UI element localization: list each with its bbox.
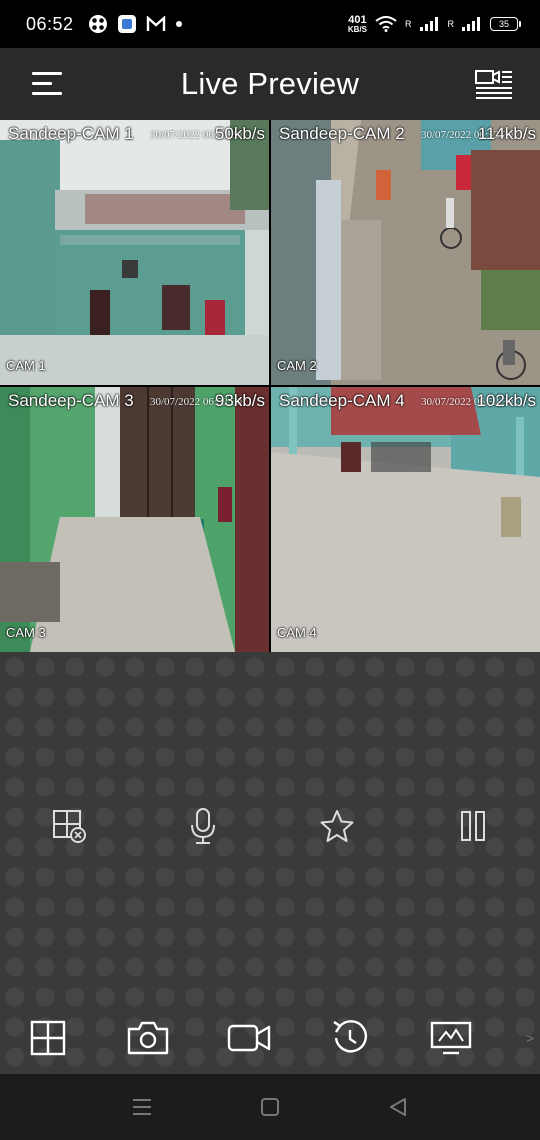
playback-button[interactable] <box>326 1014 374 1062</box>
back-icon <box>390 1098 406 1116</box>
camera-tile-1[interactable]: Sandeep-CAM 1 30/07/2022 06:52:30 50kb/s… <box>0 120 269 385</box>
pause-button[interactable] <box>449 802 497 850</box>
camera-bitrate-4: 102kb/s <box>476 391 536 410</box>
camera-name-2: Sandeep-CAM 2 <box>279 124 405 143</box>
signal-icon-2 <box>462 17 480 31</box>
back-button[interactable] <box>386 1096 410 1118</box>
menu-icon-line <box>32 92 62 95</box>
camera-name-4: Sandeep-CAM 4 <box>279 391 405 410</box>
record-button[interactable] <box>225 1014 273 1062</box>
camera-bitrate-2: 114kb/s <box>477 124 536 143</box>
camera-bitrate-3: 93kb/s <box>214 391 265 410</box>
control-panel: > <box>0 652 540 1074</box>
playback-icon <box>333 1020 368 1053</box>
video-grid: Sandeep-CAM 1 30/07/2022 06:52:30 50kb/s… <box>0 120 540 652</box>
grid-layout-button[interactable] <box>24 1014 72 1062</box>
video-record-icon <box>227 1024 271 1052</box>
camera-feed-1 <box>0 120 269 385</box>
signal-label-2: R <box>447 19 455 29</box>
display-button[interactable] <box>427 1014 475 1062</box>
camera-tile-2[interactable]: Sandeep-CAM 2 30/07/2022 06:52:30 114kb/… <box>271 120 540 385</box>
camera-tile-3[interactable]: Sandeep-CAM 3 30/07/2022 06:52:30 93kb/s… <box>0 387 269 652</box>
recents-icon <box>133 1099 151 1115</box>
status-time: 06:52 <box>26 13 74 34</box>
status-bar: 06:52 401 KB/S R R 35 <box>0 0 540 48</box>
dot-icon <box>175 21 182 27</box>
recents-button[interactable] <box>130 1096 154 1118</box>
star-icon <box>320 810 354 842</box>
close-window-icon <box>53 810 86 843</box>
camera-channel-label-3: CAM 3 <box>6 625 46 640</box>
battery-level: 35 <box>498 19 509 29</box>
more-controls-arrow[interactable]: > <box>526 1030 534 1046</box>
net-speed: 401 KB/S <box>347 13 367 34</box>
close-window-button[interactable] <box>44 802 92 850</box>
snapshot-button[interactable] <box>124 1014 172 1062</box>
signal-label-1: R <box>405 19 412 29</box>
net-speed-unit: KB/S <box>347 24 367 34</box>
camera-icon <box>127 1021 169 1055</box>
camera-channel-label-1: CAM 1 <box>6 358 46 373</box>
notification-icons <box>88 14 183 34</box>
files-icon <box>117 15 136 33</box>
home-button[interactable] <box>258 1096 282 1118</box>
microphone-button[interactable] <box>179 802 227 850</box>
gmail-icon <box>146 16 165 31</box>
camera-name-3: Sandeep-CAM 3 <box>8 391 134 410</box>
camera-tile-4[interactable]: Sandeep-CAM 4 30/07/2022 06:52:30 102kb/… <box>271 387 540 652</box>
home-icon <box>261 1098 279 1116</box>
camera-feed-4 <box>271 387 540 652</box>
battery-icon: 35 <box>490 17 521 31</box>
device-list-icon <box>475 70 512 99</box>
menu-button[interactable] <box>32 70 64 98</box>
display-icon <box>430 1021 472 1055</box>
camera-feed-2 <box>271 120 540 385</box>
net-speed-value: 401 <box>348 13 367 26</box>
favorite-button[interactable] <box>313 802 361 850</box>
app-header: Live Preview <box>0 48 540 120</box>
camera-feed-3 <box>0 387 269 652</box>
signal-icon-1 <box>419 17 438 31</box>
grid-layout-icon <box>30 1020 66 1056</box>
menu-icon-line <box>32 82 52 85</box>
camera-channel-label-2: CAM 2 <box>277 358 317 373</box>
system-nav-bar <box>0 1074 540 1140</box>
microphone-icon <box>191 808 215 844</box>
app-icon <box>88 15 107 33</box>
menu-icon-line <box>32 72 62 75</box>
camera-bitrate-1: 50kb/s <box>214 124 265 143</box>
camera-name-1: Sandeep-CAM 1 <box>8 124 134 143</box>
camera-channel-label-4: CAM 4 <box>277 625 317 640</box>
device-list-button[interactable] <box>474 68 514 100</box>
wifi-icon <box>375 16 397 32</box>
pause-icon <box>461 811 485 841</box>
page-title: Live Preview <box>180 66 360 101</box>
